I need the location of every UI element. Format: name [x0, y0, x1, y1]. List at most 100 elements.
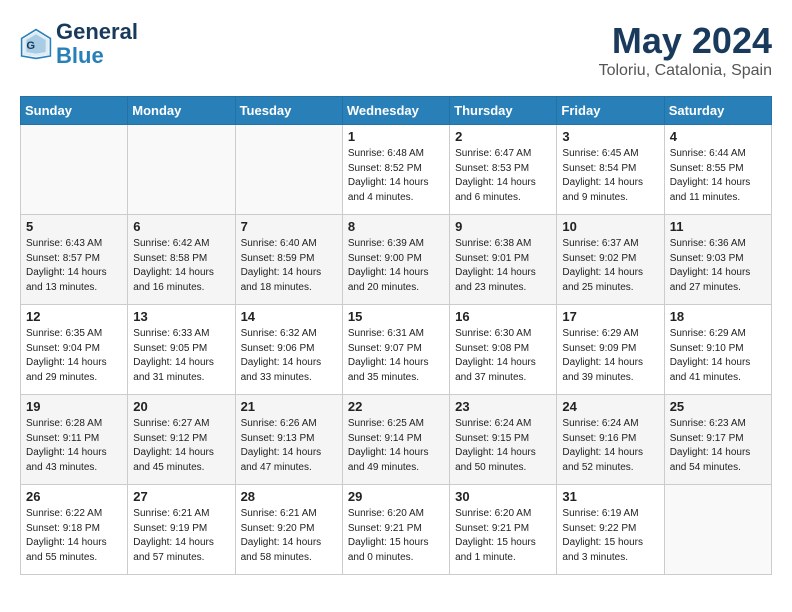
day-number: 24 [562, 399, 658, 414]
col-header-saturday: Saturday [664, 97, 771, 125]
calendar-week-row: 5 Sunrise: 6:43 AM Sunset: 8:57 PM Daylig… [21, 215, 772, 305]
month-year-title: May 2024 [599, 20, 772, 62]
calendar-cell: 23Sunrise: 6:24 AM Sunset: 9:15 PM Dayli… [450, 395, 557, 485]
day-info: Sunrise: 6:20 AM Sunset: 9:21 PM Dayligh… [455, 507, 551, 565]
calendar-cell: 5 Sunrise: 6:43 AM Sunset: 8:57 PM Daylig… [21, 215, 128, 305]
col-header-sunday: Sunday [21, 97, 128, 125]
calendar-cell: 15 Sunrise: 6:31 AM Sunset: 9:07 PM Dayli… [342, 305, 449, 395]
day-info: Sunrise: 6:40 AM Sunset: 8:59 PM Dayligh… [241, 237, 337, 295]
calendar-table: SundayMondayTuesdayWednesdayThursdayFrid… [20, 96, 772, 575]
day-number: 21 [241, 399, 337, 414]
calendar-cell: 20 Sunrise: 6:27 AM Sunset: 9:12 PM Dayli… [128, 395, 235, 485]
day-info: Sunrise: 6:27 AM Sunset: 9:12 PM Dayligh… [133, 417, 229, 475]
calendar-week-row: 26 Sunrise: 6:22 AM Sunset: 9:18 PM Dayli… [21, 485, 772, 575]
day-number: 4 [670, 129, 766, 144]
day-number: 10 [562, 219, 658, 234]
calendar-cell: 10 Sunrise: 6:37 AM Sunset: 9:02 PM Dayli… [557, 215, 664, 305]
day-info: Sunrise: 6:35 AM Sunset: 9:04 PM Dayligh… [26, 327, 122, 385]
calendar-cell: 24 Sunrise: 6:24 AM Sunset: 9:16 PM Dayli… [557, 395, 664, 485]
calendar-cell [235, 125, 342, 215]
col-header-friday: Friday [557, 97, 664, 125]
day-number: 6 [133, 219, 229, 234]
col-header-thursday: Thursday [450, 97, 557, 125]
day-number: 3 [562, 129, 658, 144]
calendar-week-row: 19Sunrise: 6:28 AM Sunset: 9:11 PM Dayli… [21, 395, 772, 485]
page-header: G General Blue May 2024 Toloriu, Catalon… [20, 20, 772, 80]
col-header-monday: Monday [128, 97, 235, 125]
day-info: Sunrise: 6:47 AM Sunset: 8:53 PM Dayligh… [455, 147, 551, 205]
calendar-cell: 6 Sunrise: 6:42 AM Sunset: 8:58 PM Daylig… [128, 215, 235, 305]
day-info: Sunrise: 6:29 AM Sunset: 9:09 PM Dayligh… [562, 327, 658, 385]
calendar-header-row: SundayMondayTuesdayWednesdayThursdayFrid… [21, 97, 772, 125]
day-info: Sunrise: 6:36 AM Sunset: 9:03 PM Dayligh… [670, 237, 766, 295]
calendar-cell: 7 Sunrise: 6:40 AM Sunset: 8:59 PM Daylig… [235, 215, 342, 305]
day-number: 8 [348, 219, 444, 234]
day-number: 7 [241, 219, 337, 234]
day-info: Sunrise: 6:42 AM Sunset: 8:58 PM Dayligh… [133, 237, 229, 295]
calendar-cell: 19Sunrise: 6:28 AM Sunset: 9:11 PM Dayli… [21, 395, 128, 485]
calendar-cell: 26 Sunrise: 6:22 AM Sunset: 9:18 PM Dayli… [21, 485, 128, 575]
calendar-cell: 2 Sunrise: 6:47 AM Sunset: 8:53 PM Daylig… [450, 125, 557, 215]
day-info: Sunrise: 6:24 AM Sunset: 9:15 PM Dayligh… [455, 417, 551, 475]
day-info: Sunrise: 6:26 AM Sunset: 9:13 PM Dayligh… [241, 417, 337, 475]
day-info: Sunrise: 6:25 AM Sunset: 9:14 PM Dayligh… [348, 417, 444, 475]
day-info: Sunrise: 6:44 AM Sunset: 8:55 PM Dayligh… [670, 147, 766, 205]
day-info: Sunrise: 6:28 AM Sunset: 9:11 PM Dayligh… [26, 417, 122, 475]
day-number: 16 [455, 309, 551, 324]
day-number: 13 [133, 309, 229, 324]
day-info: Sunrise: 6:32 AM Sunset: 9:06 PM Dayligh… [241, 327, 337, 385]
logo-icon: G [20, 28, 52, 60]
calendar-cell: 30Sunrise: 6:20 AM Sunset: 9:21 PM Dayli… [450, 485, 557, 575]
calendar-week-row: 12 Sunrise: 6:35 AM Sunset: 9:04 PM Dayli… [21, 305, 772, 395]
calendar-cell: 8 Sunrise: 6:39 AM Sunset: 9:00 PM Daylig… [342, 215, 449, 305]
col-header-tuesday: Tuesday [235, 97, 342, 125]
day-info: Sunrise: 6:33 AM Sunset: 9:05 PM Dayligh… [133, 327, 229, 385]
day-number: 15 [348, 309, 444, 324]
calendar-cell: 31Sunrise: 6:19 AM Sunset: 9:22 PM Dayli… [557, 485, 664, 575]
day-info: Sunrise: 6:39 AM Sunset: 9:00 PM Dayligh… [348, 237, 444, 295]
calendar-cell [21, 125, 128, 215]
day-number: 20 [133, 399, 229, 414]
calendar-cell: 9Sunrise: 6:38 AM Sunset: 9:01 PM Daylig… [450, 215, 557, 305]
day-info: Sunrise: 6:37 AM Sunset: 9:02 PM Dayligh… [562, 237, 658, 295]
calendar-cell: 4 Sunrise: 6:44 AM Sunset: 8:55 PM Daylig… [664, 125, 771, 215]
day-number: 26 [26, 489, 122, 504]
location-subtitle: Toloriu, Catalonia, Spain [599, 62, 772, 80]
day-number: 25 [670, 399, 766, 414]
calendar-cell: 27 Sunrise: 6:21 AM Sunset: 9:19 PM Dayli… [128, 485, 235, 575]
calendar-cell: 28Sunrise: 6:21 AM Sunset: 9:20 PM Dayli… [235, 485, 342, 575]
calendar-cell: 1Sunrise: 6:48 AM Sunset: 8:52 PM Daylig… [342, 125, 449, 215]
day-number: 27 [133, 489, 229, 504]
day-info: Sunrise: 6:22 AM Sunset: 9:18 PM Dayligh… [26, 507, 122, 565]
calendar-cell: 25Sunrise: 6:23 AM Sunset: 9:17 PM Dayli… [664, 395, 771, 485]
calendar-cell: 14Sunrise: 6:32 AM Sunset: 9:06 PM Dayli… [235, 305, 342, 395]
calendar-week-row: 1Sunrise: 6:48 AM Sunset: 8:52 PM Daylig… [21, 125, 772, 215]
calendar-cell: 11Sunrise: 6:36 AM Sunset: 9:03 PM Dayli… [664, 215, 771, 305]
calendar-cell: 3 Sunrise: 6:45 AM Sunset: 8:54 PM Daylig… [557, 125, 664, 215]
calendar-cell: 18 Sunrise: 6:29 AM Sunset: 9:10 PM Dayli… [664, 305, 771, 395]
calendar-cell: 12 Sunrise: 6:35 AM Sunset: 9:04 PM Dayli… [21, 305, 128, 395]
day-number: 2 [455, 129, 551, 144]
day-number: 5 [26, 219, 122, 234]
day-info: Sunrise: 6:43 AM Sunset: 8:57 PM Dayligh… [26, 237, 122, 295]
day-info: Sunrise: 6:29 AM Sunset: 9:10 PM Dayligh… [670, 327, 766, 385]
calendar-cell: 13 Sunrise: 6:33 AM Sunset: 9:05 PM Dayli… [128, 305, 235, 395]
logo-text: General Blue [56, 20, 138, 68]
day-info: Sunrise: 6:45 AM Sunset: 8:54 PM Dayligh… [562, 147, 658, 205]
calendar-cell: 22 Sunrise: 6:25 AM Sunset: 9:14 PM Dayli… [342, 395, 449, 485]
day-info: Sunrise: 6:38 AM Sunset: 9:01 PM Dayligh… [455, 237, 551, 295]
day-number: 12 [26, 309, 122, 324]
day-info: Sunrise: 6:20 AM Sunset: 9:21 PM Dayligh… [348, 507, 444, 565]
calendar-cell [128, 125, 235, 215]
day-info: Sunrise: 6:21 AM Sunset: 9:19 PM Dayligh… [133, 507, 229, 565]
day-info: Sunrise: 6:19 AM Sunset: 9:22 PM Dayligh… [562, 507, 658, 565]
day-info: Sunrise: 6:21 AM Sunset: 9:20 PM Dayligh… [241, 507, 337, 565]
day-info: Sunrise: 6:24 AM Sunset: 9:16 PM Dayligh… [562, 417, 658, 475]
day-number: 1 [348, 129, 444, 144]
day-number: 18 [670, 309, 766, 324]
day-number: 22 [348, 399, 444, 414]
day-info: Sunrise: 6:31 AM Sunset: 9:07 PM Dayligh… [348, 327, 444, 385]
calendar-cell [664, 485, 771, 575]
calendar-cell: 29Sunrise: 6:20 AM Sunset: 9:21 PM Dayli… [342, 485, 449, 575]
calendar-cell: 21 Sunrise: 6:26 AM Sunset: 9:13 PM Dayli… [235, 395, 342, 485]
